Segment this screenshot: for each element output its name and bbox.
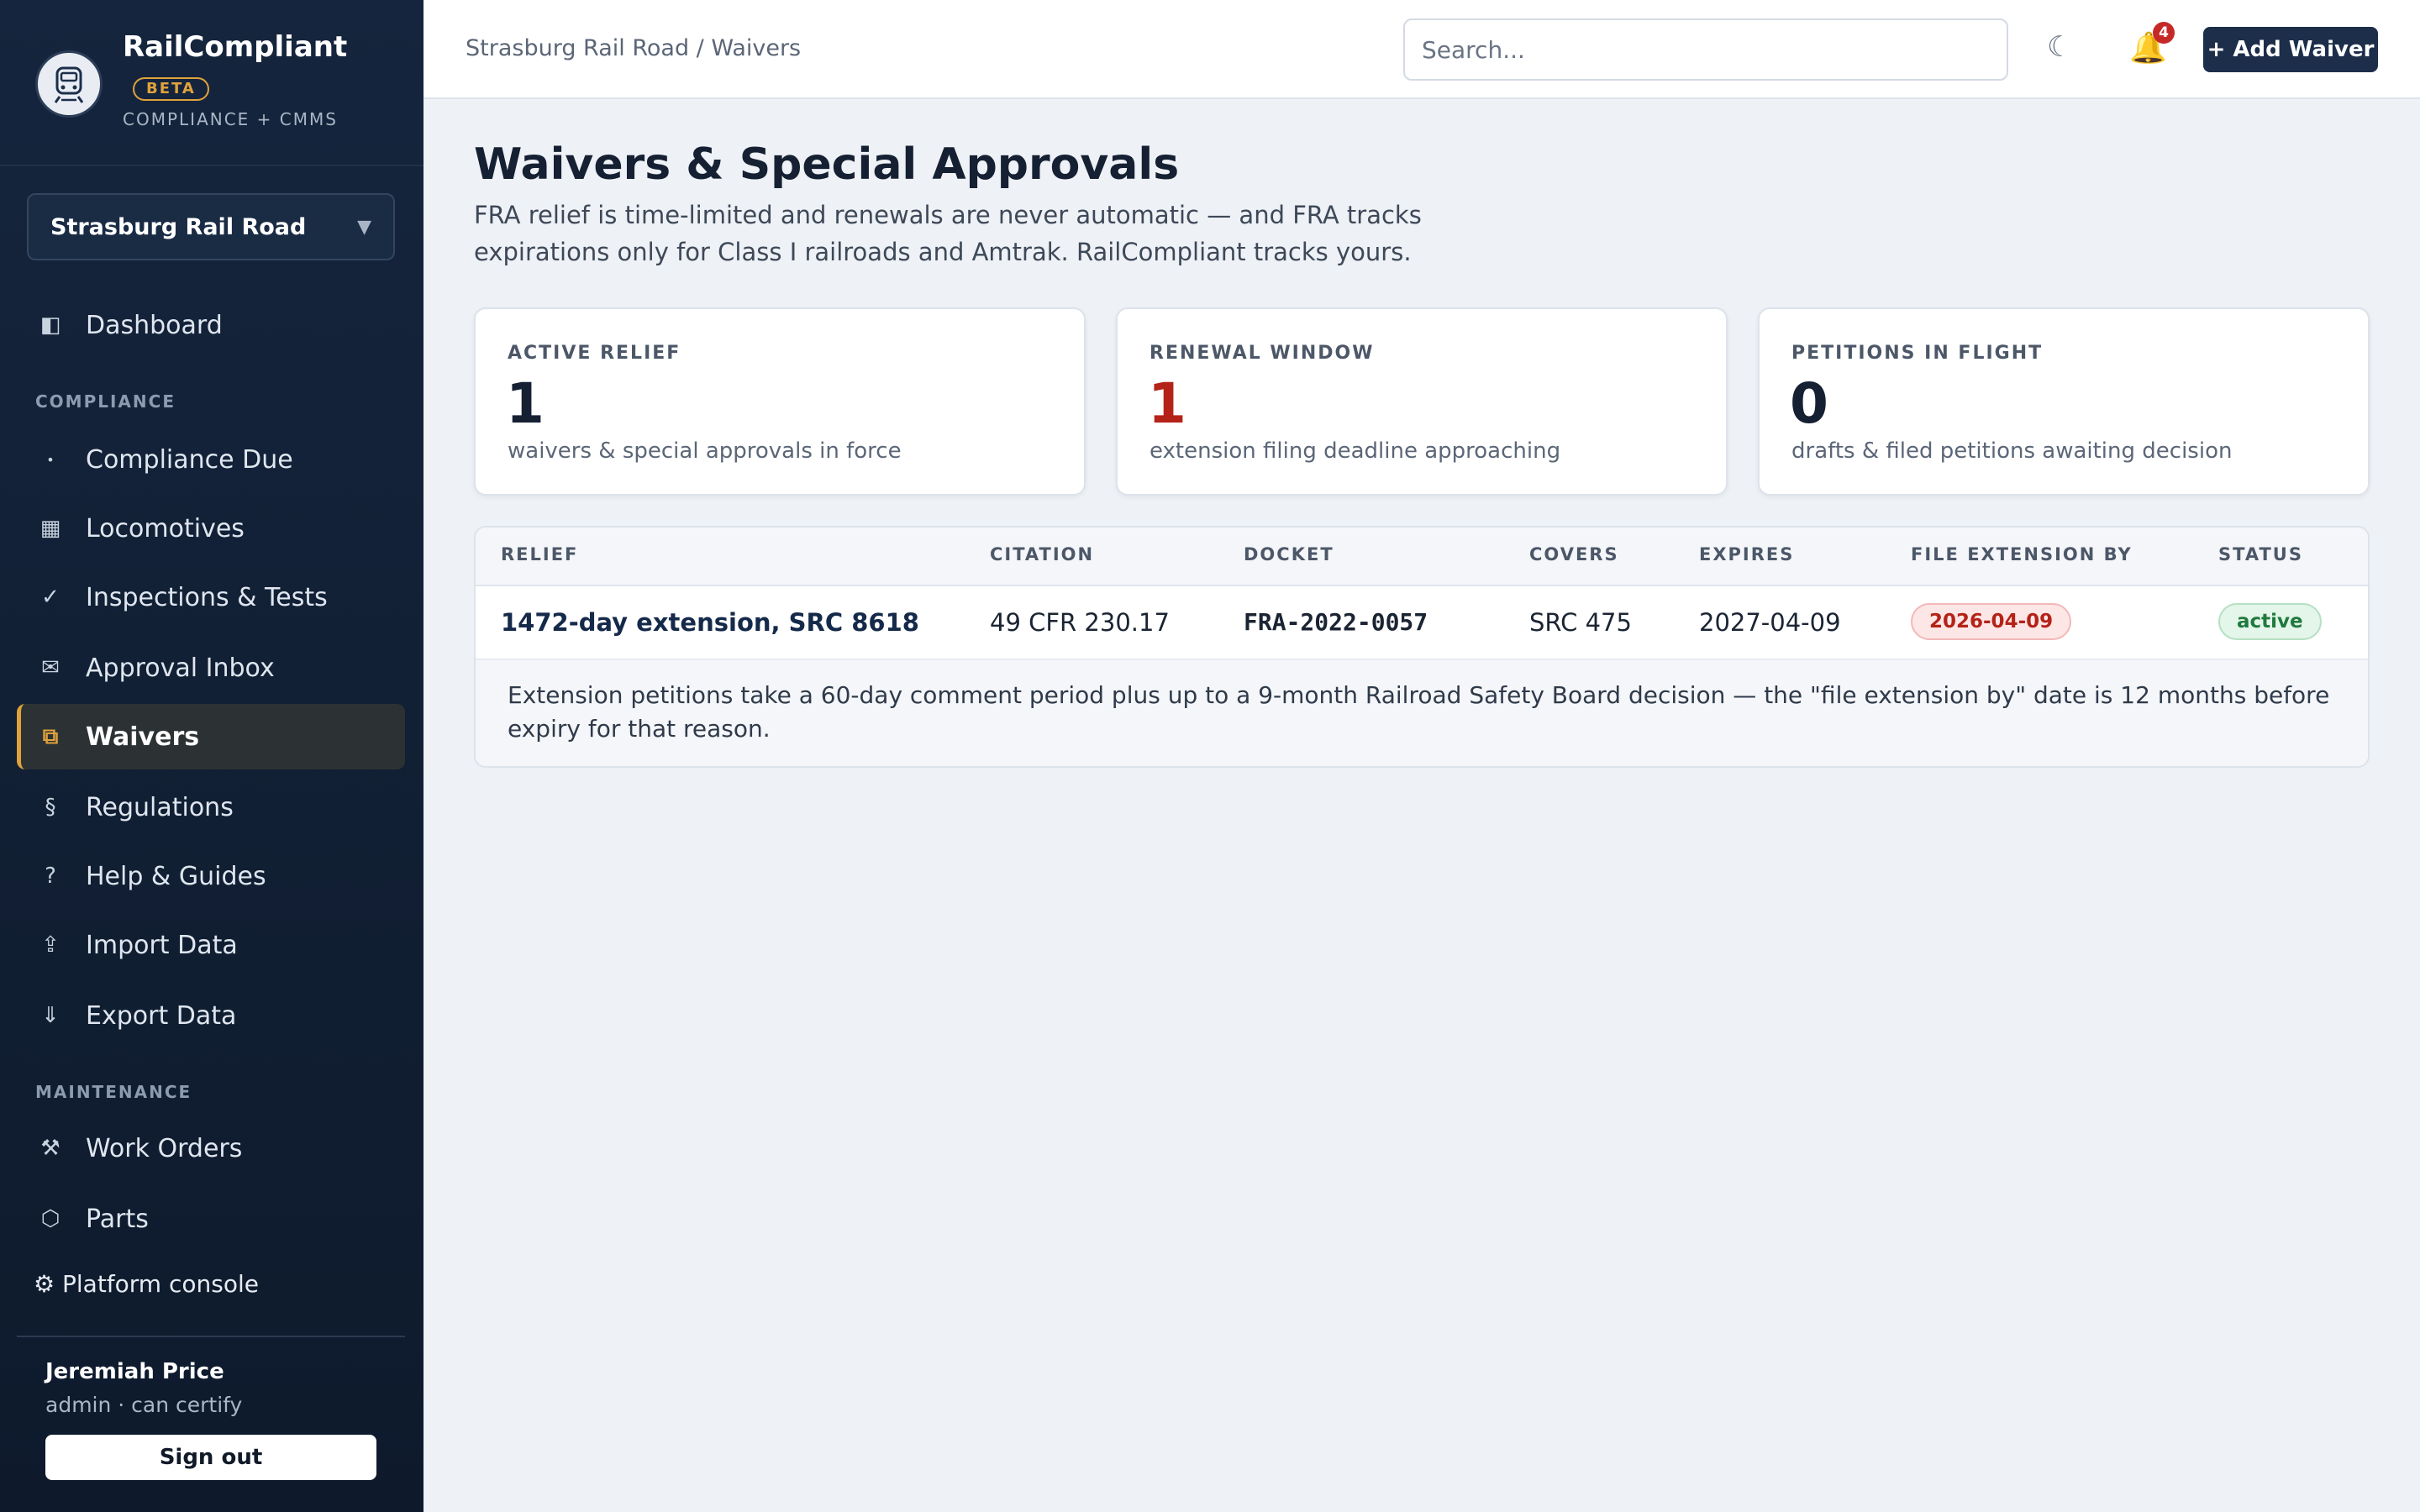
column-header-docket[interactable]: DOCKET xyxy=(1244,544,1334,564)
sidebar-item-waivers[interactable]: ⧉ Waivers xyxy=(17,704,405,769)
stat-value: 1 xyxy=(506,371,544,436)
waiver-icon: ⧉ xyxy=(42,723,59,749)
sidebar-item-label: Work Orders xyxy=(86,1133,243,1163)
waivers-table: RELIEF CITATION DOCKET COVERS EXPIRES FI… xyxy=(474,526,2370,768)
file-extension-date-badge: 2026-04-09 xyxy=(1911,603,2072,640)
download-icon: ⇓ xyxy=(41,1003,60,1028)
beta-badge: BETA xyxy=(133,77,209,101)
add-waiver-button[interactable]: + Add Waiver xyxy=(2203,27,2378,72)
sidebar-item-label: Locomotives xyxy=(86,513,245,543)
dashboard-icon: ◧ xyxy=(39,312,61,338)
sidebar-item-label: Approval Inbox xyxy=(86,653,275,683)
help-icon: ? xyxy=(45,864,56,889)
sidebar-item-help[interactable]: ? Help & Guides xyxy=(17,843,405,909)
table-footnote: Extension petitions take a 60-day commen… xyxy=(476,660,2368,766)
stat-description: extension filing deadline approaching xyxy=(1150,438,1561,464)
stat-label: ACTIVE RELIEF xyxy=(508,343,681,364)
column-header-covers[interactable]: COVERS xyxy=(1529,544,1619,564)
user-role: admin · can certify xyxy=(45,1393,243,1417)
search-input[interactable] xyxy=(1403,18,2008,81)
nav-section-compliance: COMPLIANCE xyxy=(35,391,176,412)
railroad-select-value: Strasburg Rail Road xyxy=(50,213,307,240)
stat-label: PETITIONS IN FLIGHT xyxy=(1791,343,2044,364)
stat-card-petitions-in-flight: PETITIONS IN FLIGHT 0 drafts & filed pet… xyxy=(1758,307,2370,496)
stat-description: drafts & filed petitions awaiting decisi… xyxy=(1791,438,2233,464)
sidebar-item-label: Regulations xyxy=(86,792,234,822)
tools-icon: ⚒ xyxy=(40,1136,60,1161)
stat-card-active-relief: ACTIVE RELIEF 1 waivers & special approv… xyxy=(474,307,1086,496)
railroad-select[interactable]: Strasburg Rail Road ▼ xyxy=(27,193,395,260)
table-header: RELIEF CITATION DOCKET COVERS EXPIRES FI… xyxy=(476,528,2368,586)
sidebar-item-label: Inspections & Tests xyxy=(86,582,328,612)
column-header-status[interactable]: STATUS xyxy=(2218,544,2303,564)
column-header-expires[interactable]: EXPIRES xyxy=(1699,544,1794,564)
sidebar-item-label: Export Data xyxy=(86,1000,237,1031)
stat-description: waivers & special approvals in force xyxy=(508,438,902,464)
sidebar-item-export[interactable]: ⇓ Export Data xyxy=(17,983,405,1048)
table-row[interactable]: 1472-day extension, SRC 8618 49 CFR 230.… xyxy=(476,586,2368,660)
sidebar-item-inspections[interactable]: ✓ Inspections & Tests xyxy=(17,564,405,630)
sidebar-item-compliance-due[interactable]: • Compliance Due xyxy=(17,427,405,492)
check-icon: ✓ xyxy=(41,585,60,610)
relief-link[interactable]: 1472-day extension, SRC 8618 xyxy=(501,608,919,637)
covers-cell: SRC 475 xyxy=(1529,608,1632,637)
upload-icon: ⇪ xyxy=(41,932,60,958)
sidebar-item-dashboard[interactable]: ◧ Dashboard xyxy=(17,292,405,358)
docket-cell: FRA-2022-0057 xyxy=(1244,608,1428,636)
stat-label: RENEWAL WINDOW xyxy=(1150,343,1375,364)
hexagon-icon: ⬡ xyxy=(40,1206,60,1231)
page-title: Waivers & Special Approvals xyxy=(474,139,1180,190)
stat-value: 1 xyxy=(1148,371,1186,436)
brand-header: RailCompliant BETA COMPLIANCE + CMMS xyxy=(0,0,424,166)
caret-down-icon: ▼ xyxy=(357,216,371,238)
sidebar-item-label: Help & Guides xyxy=(86,861,266,891)
sidebar-item-import[interactable]: ⇪ Import Data xyxy=(17,912,405,978)
column-header-relief[interactable]: RELIEF xyxy=(501,544,578,564)
platform-console-link[interactable]: ⚙ Platform console xyxy=(34,1270,259,1298)
notification-count-badge: 4 xyxy=(2153,22,2175,44)
sidebar-item-approval-inbox[interactable]: ✉ Approval Inbox xyxy=(17,635,405,701)
sidebar-item-work-orders[interactable]: ⚒ Work Orders xyxy=(17,1116,405,1181)
column-header-file-extension-by[interactable]: FILE EXTENSION BY xyxy=(1911,544,2133,564)
dot-icon: • xyxy=(46,451,55,468)
sidebar-item-label: Compliance Due xyxy=(86,444,293,475)
sidebar: RailCompliant BETA COMPLIANCE + CMMS Str… xyxy=(0,0,424,1512)
sidebar-item-label: Import Data xyxy=(86,930,238,960)
top-bar: Strasburg Rail Road / Waivers ☾ 🔔 4 + Ad… xyxy=(424,0,2420,99)
brand-name: RailCompliant xyxy=(123,30,348,64)
section-icon: § xyxy=(45,795,56,820)
sidebar-item-label: Dashboard xyxy=(86,310,223,340)
stat-card-renewal-window: RENEWAL WINDOW 1 extension filing deadli… xyxy=(1116,307,1728,496)
column-header-citation[interactable]: CITATION xyxy=(990,544,1094,564)
sign-out-button[interactable]: Sign out xyxy=(45,1435,376,1480)
sidebar-item-regulations[interactable]: § Regulations xyxy=(17,774,405,840)
expires-cell: 2027-04-09 xyxy=(1699,608,1841,637)
moon-icon[interactable]: ☾ xyxy=(2047,30,2072,64)
user-panel: Jeremiah Price admin · can certify Sign … xyxy=(17,1336,405,1512)
breadcrumb: Strasburg Rail Road / Waivers xyxy=(466,35,802,61)
status-badge: active xyxy=(2218,603,2322,640)
locomotive-logo-icon xyxy=(35,50,103,118)
brand-subtitle: COMPLIANCE + CMMS xyxy=(123,109,338,129)
sidebar-item-locomotives[interactable]: ▦ Locomotives xyxy=(17,496,405,561)
sidebar-item-label: Waivers xyxy=(86,722,200,752)
user-name: Jeremiah Price xyxy=(45,1359,224,1384)
citation-cell: 49 CFR 230.17 xyxy=(990,608,1170,637)
page-description: FRA relief is time-limited and renewals … xyxy=(474,201,1422,266)
grid-icon: ▦ xyxy=(39,516,61,541)
envelope-icon: ✉ xyxy=(41,655,60,680)
stat-value: 0 xyxy=(1790,371,1828,436)
sidebar-item-parts[interactable]: ⬡ Parts xyxy=(17,1186,405,1252)
nav-section-maintenance: MAINTENANCE xyxy=(35,1082,192,1102)
sidebar-item-label: Parts xyxy=(86,1204,149,1234)
